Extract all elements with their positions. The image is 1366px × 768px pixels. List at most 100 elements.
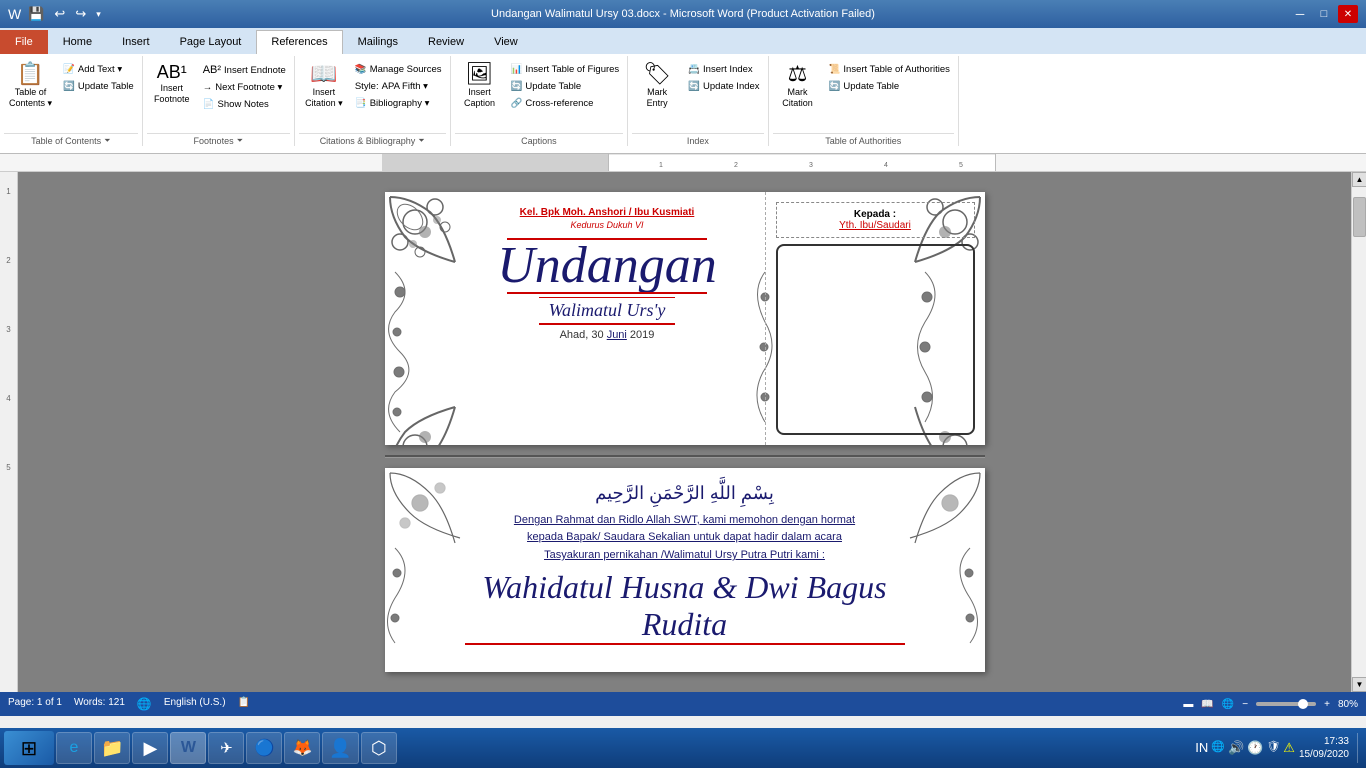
insert-citation-button[interactable]: 📖 InsertCitation ▾: [299, 60, 349, 112]
quick-save[interactable]: 💾: [25, 5, 47, 23]
start-button[interactable]: ⊞: [4, 731, 54, 765]
taskbar-explorer[interactable]: 📁: [94, 732, 130, 764]
zoom-in-button[interactable]: +: [1324, 699, 1330, 710]
undangan-title: Undangan: [497, 240, 717, 292]
mark-entry-icon: 🏷: [643, 63, 671, 85]
toc-button[interactable]: 📋 Table ofContents ▾: [4, 60, 57, 112]
input-lang-icon: IN: [1195, 740, 1208, 756]
update-table-captions-button[interactable]: 🔄 Update Table: [507, 79, 624, 94]
scrollbar[interactable]: ▲ ▼: [1351, 172, 1366, 692]
scroll-thumb[interactable]: [1353, 197, 1366, 237]
cross-reference-button[interactable]: 🔗 Cross-reference: [507, 96, 624, 111]
minimize-button[interactable]: ─: [1290, 5, 1310, 23]
view-web-icon[interactable]: 🌐: [1222, 699, 1234, 710]
insert-citation-label: InsertCitation ▾: [305, 87, 343, 109]
insert-tof-button[interactable]: 📊 Insert Table of Figures: [507, 62, 624, 77]
style-selector[interactable]: Style: APA Fifth ▾: [351, 79, 446, 94]
show-notes-icon: 📄: [203, 99, 215, 110]
footnotes-group-arrow[interactable]: ⏷: [237, 136, 243, 146]
zoom-out-button[interactable]: −: [1242, 699, 1248, 710]
tab-file[interactable]: File: [0, 30, 48, 54]
ribbon: 📋 Table ofContents ▾ 📝 Add Text ▾ 🔄 Upda…: [0, 54, 1366, 154]
toc-icon: 📋: [17, 63, 44, 85]
tab-page-layout[interactable]: Page Layout: [165, 30, 257, 54]
document-page-1: Kel. Bpk Moh. Anshori / Ibu Kusmiati Ked…: [385, 192, 985, 445]
taskbar-user[interactable]: 👤: [322, 732, 358, 764]
document-area[interactable]: Kel. Bpk Moh. Anshori / Ibu Kusmiati Ked…: [18, 172, 1351, 692]
kepada-label: Kepada :: [783, 209, 968, 220]
insert-footnote-button[interactable]: AB¹ InsertFootnote: [147, 60, 197, 108]
captions-group: 🖼 InsertCaption 📊 Insert Table of Figure…: [451, 56, 629, 146]
zoom-thumb[interactable]: [1298, 699, 1308, 709]
ribbon-tabs: File Home Insert Page Layout References …: [0, 28, 1366, 54]
status-left: Page: 1 of 1 Words: 121 🌐 English (U.S.)…: [8, 697, 250, 711]
lang-icon: 🌐: [137, 697, 152, 711]
next-footnote-button[interactable]: → Next Footnote ▾: [199, 80, 290, 95]
tab-mailings[interactable]: Mailings: [343, 30, 413, 54]
taskbar: ⊞ e 📁 ▶ W ✈ 🔵 🦊 👤 ⬡ IN 🌐 🔊 🕐 🛡 ⚠ 17:33: [0, 728, 1366, 768]
taskbar-telegram[interactable]: ✈: [208, 732, 244, 764]
update-table-toc-button[interactable]: 🔄 Update Table: [59, 79, 138, 94]
manage-sources-button[interactable]: 📚 Manage Sources: [351, 62, 446, 77]
clock-icon: 🕐: [1247, 740, 1263, 756]
track-changes-icon: 📋: [238, 697, 250, 711]
taskbar-chrome[interactable]: 🔵: [246, 732, 282, 764]
tab-view[interactable]: View: [479, 30, 533, 54]
toc-label: Table ofContents ▾: [9, 87, 52, 109]
taskbar-media[interactable]: ▶: [132, 732, 168, 764]
status-right: ▬ 📖 🌐 − + 80%: [1183, 699, 1358, 710]
view-reading-icon[interactable]: 📖: [1201, 699, 1213, 710]
add-text-button[interactable]: 📝 Add Text ▾: [59, 62, 138, 77]
update-table-toa-button[interactable]: 🔄 Update Table: [825, 79, 954, 94]
body-line-2: kepada Bapak/ Saudara Sekalian untuk dap…: [527, 531, 842, 543]
close-button[interactable]: ✕: [1338, 5, 1358, 23]
bibliography-icon: 📑: [355, 98, 367, 109]
zoom-slider[interactable]: [1256, 702, 1316, 706]
insert-endnote-button[interactable]: AB² Insert Endnote: [199, 62, 290, 78]
update-index-button[interactable]: 🔄 Update Index: [684, 79, 763, 94]
insert-caption-button[interactable]: 🖼 InsertCaption: [455, 60, 505, 112]
taskbar-other[interactable]: ⬡: [361, 732, 397, 764]
quick-more[interactable]: ▾: [93, 8, 104, 21]
tab-references[interactable]: References: [256, 30, 342, 54]
quick-undo[interactable]: ↩: [51, 5, 68, 23]
zoom-level: 80%: [1338, 699, 1358, 710]
insert-index-button[interactable]: 📇 Insert Index: [684, 62, 763, 77]
tab-insert[interactable]: Insert: [107, 30, 165, 54]
page-status: Page: 1 of 1: [8, 697, 62, 711]
taskbar-word[interactable]: W: [170, 732, 206, 764]
toc-group-arrow[interactable]: ⏷: [104, 136, 110, 146]
scroll-up-button[interactable]: ▲: [1352, 172, 1366, 187]
show-notes-button[interactable]: 📄 Show Notes: [199, 97, 290, 112]
tab-home[interactable]: Home: [48, 30, 107, 54]
style-value-text: APA Fifth ▾: [382, 81, 428, 92]
word-taskbar-icon: W: [181, 739, 196, 757]
ruler: 1 2 3 4 5 6 7 8: [0, 154, 1366, 172]
maximize-button[interactable]: □: [1314, 5, 1334, 23]
taskbar-firefox[interactable]: 🦊: [284, 732, 320, 764]
citations-group-label: Citations & Bibliography ⏷: [299, 133, 446, 146]
undangan-subtitle: Walimatul Urs'y: [539, 297, 676, 325]
update-captions-icon: 🔄: [511, 81, 523, 92]
insert-toa-button[interactable]: 📜 Insert Table of Authorities: [825, 62, 954, 77]
bibliography-button[interactable]: 📑 Bibliography ▾: [351, 96, 446, 111]
update-table-toc-icon: 🔄: [63, 81, 75, 92]
page1-right: Kepada : Yth. Ibu/Saudari: [765, 192, 985, 445]
quick-redo[interactable]: ↪: [72, 5, 89, 23]
show-desktop-button[interactable]: [1357, 733, 1362, 763]
mark-citation-button[interactable]: ⚖ MarkCitation: [773, 60, 823, 112]
tof-icon: 📊: [511, 64, 523, 75]
document-page-2: بِسْمِ اللَّهِ الرَّحْمَنِ الرَّحِيم Den…: [385, 468, 985, 672]
other-icon: ⬡: [371, 738, 387, 759]
index-group: 🏷 MarkEntry 📇 Insert Index 🔄 Update Inde…: [628, 56, 768, 146]
citations-group-arrow[interactable]: ⏷: [418, 136, 424, 146]
scroll-track[interactable]: [1352, 187, 1366, 677]
tab-review[interactable]: Review: [413, 30, 479, 54]
body-line-1: Dengan Rahmat dan Ridlo Allah SWT, kami …: [514, 514, 855, 526]
main-area: 1 2 3 4 5: [0, 172, 1366, 692]
view-normal-icon[interactable]: ▬: [1183, 699, 1193, 710]
toc-group: 📋 Table ofContents ▾ 📝 Add Text ▾ 🔄 Upda…: [0, 56, 143, 146]
mark-entry-button[interactable]: 🏷 MarkEntry: [632, 60, 682, 112]
taskbar-ie[interactable]: e: [56, 732, 92, 764]
scroll-down-button[interactable]: ▼: [1352, 677, 1366, 692]
